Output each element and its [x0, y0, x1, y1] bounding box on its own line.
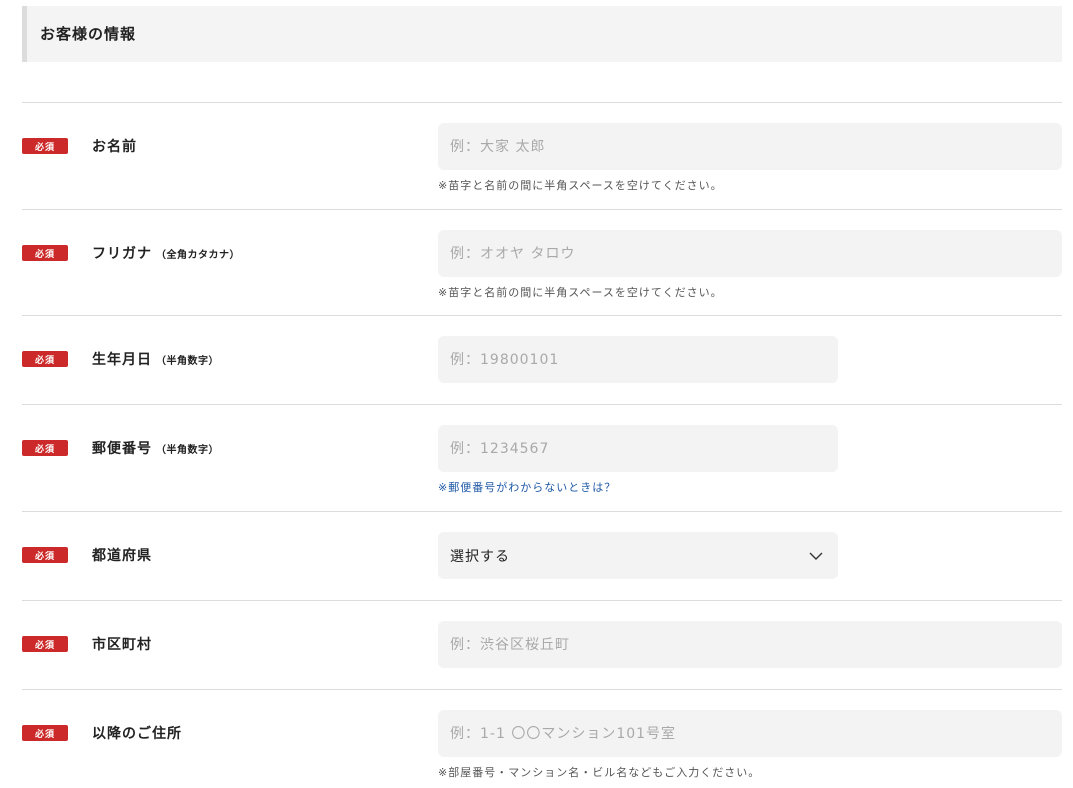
- name-field[interactable]: [438, 123, 1062, 170]
- required-badge: 必須: [22, 245, 68, 261]
- address-label-group: 必須 以降のご住所: [22, 723, 182, 743]
- postal-label-note: （半角数字）: [156, 445, 219, 456]
- divider: [22, 102, 1062, 103]
- divider: [22, 511, 1062, 512]
- required-badge: 必須: [22, 351, 68, 367]
- furigana-input[interactable]: [450, 245, 1062, 262]
- furigana-label-group: 必須 フリガナ （全角カタカナ）: [22, 243, 240, 263]
- postal-label-text: 郵便番号: [92, 441, 152, 457]
- furigana-label-text: フリガナ: [92, 246, 152, 262]
- postal-field[interactable]: [438, 425, 838, 472]
- name-label-group: 必須 お名前: [22, 136, 137, 156]
- address-input[interactable]: [450, 725, 1062, 742]
- name-hint: ※苗字と名前の間に半角スペースを空けてください。: [438, 179, 723, 192]
- city-input[interactable]: [450, 636, 1062, 653]
- required-badge: 必須: [22, 547, 68, 563]
- section-title: お客様の情報: [40, 25, 137, 43]
- required-badge: 必須: [22, 138, 68, 154]
- chevron-down-icon: [809, 552, 823, 560]
- postal-label: 郵便番号 （半角数字）: [92, 438, 219, 458]
- name-label: お名前: [92, 139, 137, 155]
- divider: [22, 315, 1062, 316]
- required-badge: 必須: [22, 636, 68, 652]
- required-badge: 必須: [22, 440, 68, 456]
- divider: [22, 209, 1062, 210]
- postal-label-group: 必須 郵便番号 （半角数字）: [22, 438, 219, 458]
- address-hint: ※部屋番号・マンション名・ビル名などもご入力ください。: [438, 766, 761, 779]
- prefecture-label-group: 必須 都道府県: [22, 545, 152, 565]
- birthdate-label: 生年月日 （半角数字）: [92, 349, 219, 369]
- divider: [22, 404, 1062, 405]
- address-label: 以降のご住所: [92, 726, 182, 742]
- prefecture-selected-value: 選択する: [450, 548, 510, 565]
- birthdate-label-text: 生年月日: [92, 352, 152, 368]
- divider: [22, 600, 1062, 601]
- furigana-label: フリガナ （全角カタカナ）: [92, 243, 240, 263]
- furigana-label-note: （全角カタカナ）: [156, 250, 240, 261]
- postal-lookup-link[interactable]: ※郵便番号がわからないときは？: [438, 479, 616, 495]
- prefecture-label: 都道府県: [92, 548, 152, 564]
- birthdate-field[interactable]: [438, 336, 838, 383]
- section-header: お客様の情報: [22, 6, 1062, 62]
- birthdate-input[interactable]: [450, 351, 838, 368]
- birthdate-label-group: 必須 生年月日 （半角数字）: [22, 349, 219, 369]
- address-field[interactable]: [438, 710, 1062, 757]
- divider: [22, 689, 1062, 690]
- name-input[interactable]: [450, 138, 1062, 155]
- city-field[interactable]: [438, 621, 1062, 668]
- furigana-hint: ※苗字と名前の間に半角スペースを空けてください。: [438, 286, 723, 299]
- prefecture-select[interactable]: 選択する: [438, 532, 838, 579]
- required-badge: 必須: [22, 725, 68, 741]
- furigana-field[interactable]: [438, 230, 1062, 277]
- birthdate-label-note: （半角数字）: [156, 356, 219, 367]
- postal-input[interactable]: [450, 440, 838, 457]
- city-label-group: 必須 市区町村: [22, 634, 152, 654]
- city-label: 市区町村: [92, 637, 152, 653]
